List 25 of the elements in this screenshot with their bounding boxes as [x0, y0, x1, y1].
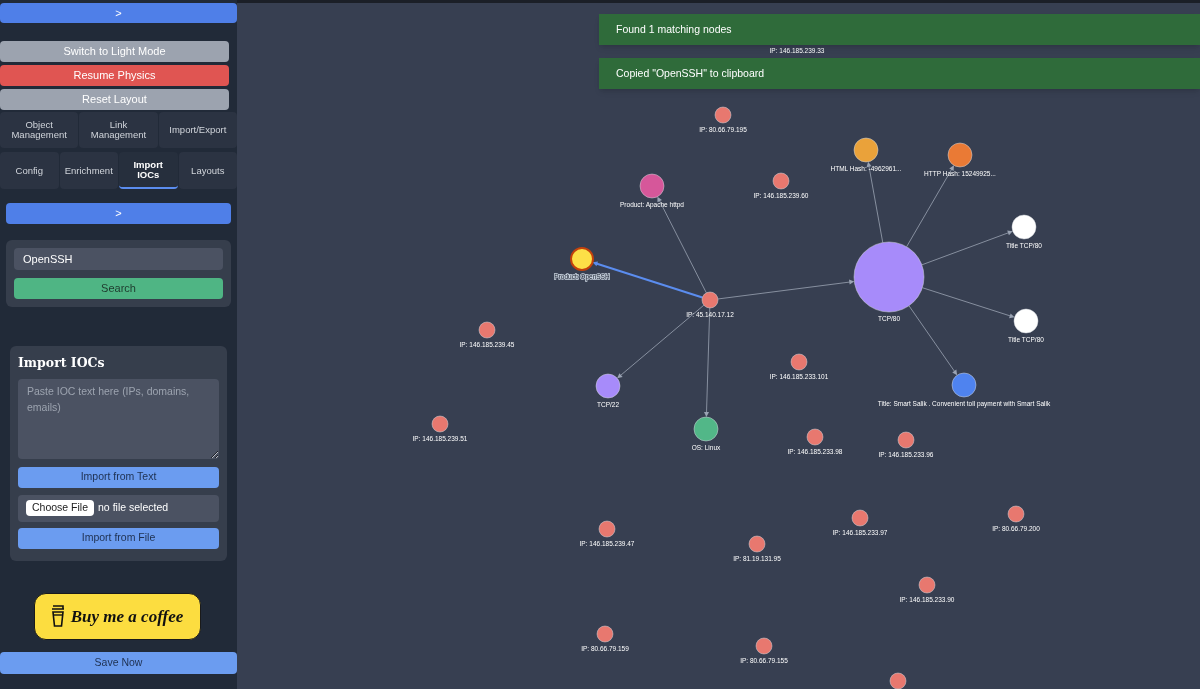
collapse-button[interactable]: >	[0, 3, 237, 23]
coffee-button[interactable]: Buy me a coffee	[33, 592, 201, 640]
ioc-text-field[interactable]: Paste IOC text here (IPs, domains, emails)	[18, 378, 219, 459]
tab[interactable]: Layouts	[178, 152, 237, 189]
choose-file-button[interactable]: Choose File	[26, 500, 95, 517]
tab[interactable]: Import/Export	[158, 112, 237, 148]
edge-arrow[interactable]	[717, 279, 855, 300]
cup-icon	[50, 605, 65, 628]
panel-title: Import IOCs	[18, 354, 106, 372]
tab[interactable]: Enrichment	[59, 152, 118, 189]
sidebar-button[interactable]: Resume Physics	[0, 65, 229, 86]
toast-message: Copied "OpenSSH" to clipboard	[599, 58, 1200, 89]
import-file-button[interactable]: Import from File	[18, 527, 219, 549]
toast-message: Found 1 matching nodes	[599, 14, 1200, 45]
panel-toggle-button[interactable]: >	[6, 202, 231, 224]
tab[interactable]: Link Management	[79, 112, 158, 148]
tab[interactable]: Object Management	[0, 112, 79, 148]
import-text-button[interactable]: Import from Text	[18, 466, 219, 488]
search-button[interactable]: Search	[14, 278, 223, 299]
tab[interactable]: Import IOCs	[119, 152, 178, 189]
search-field[interactable]: OpenSSH	[14, 248, 223, 270]
file-status: no file selected	[98, 500, 169, 516]
save-button[interactable]: Save Now	[0, 651, 237, 674]
graph-node[interactable]	[570, 247, 594, 271]
tab[interactable]: Config	[0, 152, 59, 189]
